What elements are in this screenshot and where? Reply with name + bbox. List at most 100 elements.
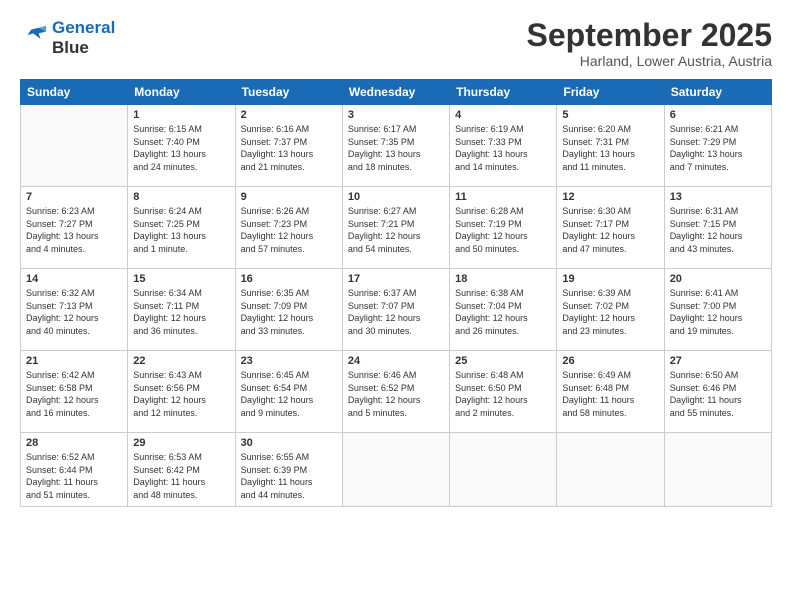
day-number: 16: [241, 273, 337, 285]
day-info: Sunrise: 6:50 AM Sunset: 6:46 PM Dayligh…: [670, 369, 766, 419]
day-number: 13: [670, 191, 766, 203]
calendar-cell: 5Sunrise: 6:20 AM Sunset: 7:31 PM Daylig…: [557, 105, 664, 187]
day-number: 12: [562, 191, 658, 203]
week-row-1: 1 Sunrise: 6:15 AM Sunset: 7:40 PM Daylig…: [21, 105, 772, 187]
day-number: 27: [670, 355, 766, 367]
day-number: 10: [348, 191, 444, 203]
weekday-monday: Monday: [128, 80, 235, 105]
calendar-cell: 3Sunrise: 6:17 AM Sunset: 7:35 PM Daylig…: [342, 105, 449, 187]
day-number: 29: [133, 437, 229, 449]
calendar-cell: 30 Sunrise: 6:55 AM Sunset: 6:39 PM Dayli…: [235, 433, 342, 506]
logo-line2: Blue: [52, 38, 115, 58]
calendar-cell: 2 Sunrise: 6:16 AM Sunset: 7:37 PM Daylig…: [235, 105, 342, 187]
day-number: 26: [562, 355, 658, 367]
calendar-cell: 8 Sunrise: 6:24 AM Sunset: 7:25 PM Daylig…: [128, 187, 235, 269]
day-number: 1: [133, 109, 229, 121]
calendar-cell: 22Sunrise: 6:43 AM Sunset: 6:56 PM Dayli…: [128, 351, 235, 433]
day-info: Sunrise: 6:31 AM Sunset: 7:15 PM Dayligh…: [670, 205, 766, 255]
day-info: Sunrise: 6:17 AM Sunset: 7:35 PM Dayligh…: [348, 123, 444, 173]
calendar-body: 1 Sunrise: 6:15 AM Sunset: 7:40 PM Daylig…: [21, 105, 772, 506]
day-number: 30: [241, 437, 337, 449]
calendar-cell: 25Sunrise: 6:48 AM Sunset: 6:50 PM Dayli…: [450, 351, 557, 433]
day-info: Sunrise: 6:48 AM Sunset: 6:50 PM Dayligh…: [455, 369, 551, 419]
page: General Blue September 2025 Harland, Low…: [0, 0, 792, 612]
day-info: Sunrise: 6:41 AM Sunset: 7:00 PM Dayligh…: [670, 287, 766, 337]
day-info: Sunrise: 6:30 AM Sunset: 7:17 PM Dayligh…: [562, 205, 658, 255]
day-info: Sunrise: 6:49 AM Sunset: 6:48 PM Dayligh…: [562, 369, 658, 419]
day-info: Sunrise: 6:16 AM Sunset: 7:37 PM Dayligh…: [241, 123, 337, 173]
day-number: 7: [26, 191, 122, 203]
calendar-cell: 18 Sunrise: 6:38 AM Sunset: 7:04 PM Dayli…: [450, 269, 557, 351]
day-info: Sunrise: 6:42 AM Sunset: 6:58 PM Dayligh…: [26, 369, 122, 419]
day-info: Sunrise: 6:34 AM Sunset: 7:11 PM Dayligh…: [133, 287, 229, 337]
day-info: Sunrise: 6:24 AM Sunset: 7:25 PM Dayligh…: [133, 205, 229, 255]
calendar-cell: 29 Sunrise: 6:53 AM Sunset: 6:42 PM Dayli…: [128, 433, 235, 506]
calendar-cell: 19 Sunrise: 6:39 AM Sunset: 7:02 PM Dayli…: [557, 269, 664, 351]
calendar-cell: 13 Sunrise: 6:31 AM Sunset: 7:15 PM Dayli…: [664, 187, 771, 269]
calendar-cell: 16 Sunrise: 6:35 AM Sunset: 7:09 PM Dayli…: [235, 269, 342, 351]
calendar-cell: 15 Sunrise: 6:34 AM Sunset: 7:11 PM Dayli…: [128, 269, 235, 351]
day-info: Sunrise: 6:19 AM Sunset: 7:33 PM Dayligh…: [455, 123, 551, 173]
day-info: Sunrise: 6:21 AM Sunset: 7:29 PM Dayligh…: [670, 123, 766, 173]
day-info: Sunrise: 6:43 AM Sunset: 6:56 PM Dayligh…: [133, 369, 229, 419]
logo-icon: [20, 24, 48, 52]
day-number: 11: [455, 191, 551, 203]
day-info: Sunrise: 6:20 AM Sunset: 7:31 PM Dayligh…: [562, 123, 658, 173]
day-number: 24: [348, 355, 444, 367]
weekday-thursday: Thursday: [450, 80, 557, 105]
day-number: 2: [241, 109, 337, 121]
day-number: 18: [455, 273, 551, 285]
day-info: Sunrise: 6:15 AM Sunset: 7:40 PM Dayligh…: [133, 123, 229, 173]
calendar-cell: 12 Sunrise: 6:30 AM Sunset: 7:17 PM Dayli…: [557, 187, 664, 269]
day-info: Sunrise: 6:26 AM Sunset: 7:23 PM Dayligh…: [241, 205, 337, 255]
week-row-3: 14 Sunrise: 6:32 AM Sunset: 7:13 PM Dayli…: [21, 269, 772, 351]
logo: General Blue: [20, 18, 115, 57]
day-number: 23: [241, 355, 337, 367]
calendar-cell: 11Sunrise: 6:28 AM Sunset: 7:19 PM Dayli…: [450, 187, 557, 269]
day-info: Sunrise: 6:46 AM Sunset: 6:52 PM Dayligh…: [348, 369, 444, 419]
calendar-cell: 9 Sunrise: 6:26 AM Sunset: 7:23 PM Daylig…: [235, 187, 342, 269]
calendar: SundayMondayTuesdayWednesdayThursdayFrid…: [20, 79, 772, 506]
weekday-header-row: SundayMondayTuesdayWednesdayThursdayFrid…: [21, 80, 772, 105]
calendar-cell: 26 Sunrise: 6:49 AM Sunset: 6:48 PM Dayli…: [557, 351, 664, 433]
logo-line1: General: [52, 18, 115, 37]
day-number: 8: [133, 191, 229, 203]
calendar-cell: [557, 433, 664, 506]
week-row-2: 7Sunrise: 6:23 AM Sunset: 7:27 PM Daylig…: [21, 187, 772, 269]
calendar-cell: 21 Sunrise: 6:42 AM Sunset: 6:58 PM Dayli…: [21, 351, 128, 433]
day-info: Sunrise: 6:55 AM Sunset: 6:39 PM Dayligh…: [241, 451, 337, 501]
calendar-cell: [664, 433, 771, 506]
location-subtitle: Harland, Lower Austria, Austria: [527, 53, 772, 69]
day-number: 19: [562, 273, 658, 285]
header: General Blue September 2025 Harland, Low…: [20, 18, 772, 69]
weekday-sunday: Sunday: [21, 80, 128, 105]
day-info: Sunrise: 6:32 AM Sunset: 7:13 PM Dayligh…: [26, 287, 122, 337]
calendar-cell: [450, 433, 557, 506]
week-row-4: 21 Sunrise: 6:42 AM Sunset: 6:58 PM Dayli…: [21, 351, 772, 433]
day-info: Sunrise: 6:37 AM Sunset: 7:07 PM Dayligh…: [348, 287, 444, 337]
weekday-saturday: Saturday: [664, 80, 771, 105]
day-number: 21: [26, 355, 122, 367]
day-number: 6: [670, 109, 766, 121]
calendar-cell: 6 Sunrise: 6:21 AM Sunset: 7:29 PM Daylig…: [664, 105, 771, 187]
calendar-cell: 10 Sunrise: 6:27 AM Sunset: 7:21 PM Dayli…: [342, 187, 449, 269]
week-row-5: 28Sunrise: 6:52 AM Sunset: 6:44 PM Dayli…: [21, 433, 772, 506]
day-info: Sunrise: 6:52 AM Sunset: 6:44 PM Dayligh…: [26, 451, 122, 501]
day-info: Sunrise: 6:39 AM Sunset: 7:02 PM Dayligh…: [562, 287, 658, 337]
day-number: 17: [348, 273, 444, 285]
day-info: Sunrise: 6:35 AM Sunset: 7:09 PM Dayligh…: [241, 287, 337, 337]
day-info: Sunrise: 6:53 AM Sunset: 6:42 PM Dayligh…: [133, 451, 229, 501]
day-number: 14: [26, 273, 122, 285]
day-number: 9: [241, 191, 337, 203]
day-info: Sunrise: 6:38 AM Sunset: 7:04 PM Dayligh…: [455, 287, 551, 337]
calendar-cell: 23 Sunrise: 6:45 AM Sunset: 6:54 PM Dayli…: [235, 351, 342, 433]
logo-text: General Blue: [52, 18, 115, 57]
day-info: Sunrise: 6:27 AM Sunset: 7:21 PM Dayligh…: [348, 205, 444, 255]
day-info: Sunrise: 6:45 AM Sunset: 6:54 PM Dayligh…: [241, 369, 337, 419]
day-number: 15: [133, 273, 229, 285]
calendar-cell: 7Sunrise: 6:23 AM Sunset: 7:27 PM Daylig…: [21, 187, 128, 269]
day-number: 20: [670, 273, 766, 285]
calendar-cell: 14 Sunrise: 6:32 AM Sunset: 7:13 PM Dayli…: [21, 269, 128, 351]
title-block: September 2025 Harland, Lower Austria, A…: [527, 18, 772, 69]
weekday-friday: Friday: [557, 80, 664, 105]
